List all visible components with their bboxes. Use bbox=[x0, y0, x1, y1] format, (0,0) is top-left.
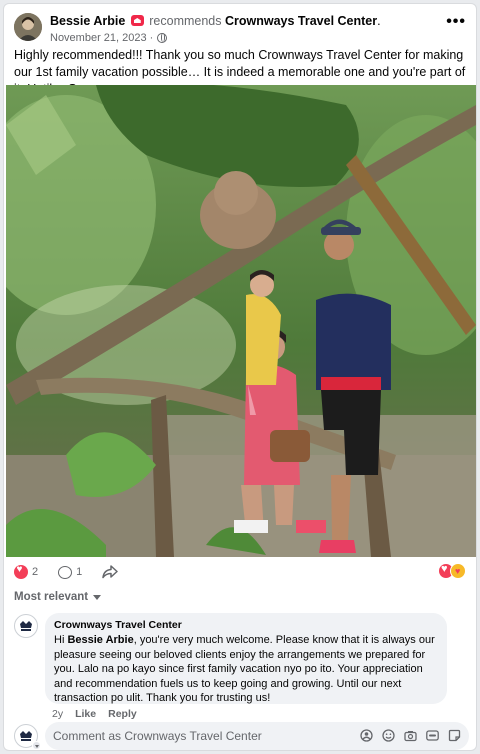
comment-author[interactable]: Crownways Travel Center bbox=[54, 619, 438, 631]
globe-icon bbox=[157, 33, 168, 43]
care-reaction-icon bbox=[450, 563, 466, 579]
like-action[interactable]: 2 bbox=[14, 564, 39, 579]
comment-composer bbox=[45, 722, 469, 750]
comment-count: 1 bbox=[76, 566, 83, 578]
author-avatar[interactable] bbox=[14, 13, 42, 41]
comment-time[interactable]: 2y bbox=[52, 708, 63, 720]
share-icon bbox=[102, 565, 118, 579]
composer-icons bbox=[360, 729, 461, 742]
heart-icon bbox=[14, 564, 28, 579]
post-header: Bessie Arbie recommends Crownways Travel… bbox=[14, 13, 466, 49]
comment-filter[interactable]: Most relevant bbox=[14, 591, 102, 603]
post-date-text[interactable]: November 21, 2023 · bbox=[50, 32, 153, 44]
comment-like-button[interactable]: Like bbox=[75, 708, 96, 720]
gif-icon[interactable] bbox=[426, 729, 439, 742]
comment-icon bbox=[58, 565, 73, 579]
commenter-avatar[interactable] bbox=[14, 614, 38, 638]
comment-filter-label: Most relevant bbox=[14, 591, 89, 603]
like-count: 2 bbox=[32, 566, 39, 578]
post-photo[interactable] bbox=[6, 85, 476, 557]
recommend-icon bbox=[130, 15, 144, 26]
more-icon[interactable]: ••• bbox=[446, 13, 466, 31]
page-suffix: . bbox=[377, 14, 381, 28]
sticker-icon[interactable] bbox=[448, 729, 461, 742]
share-action[interactable] bbox=[102, 565, 118, 579]
comment-mention[interactable]: Bessie Arbie bbox=[67, 634, 133, 646]
emoji-icon[interactable] bbox=[382, 729, 395, 742]
comment-input[interactable] bbox=[53, 722, 343, 750]
reactions-summary[interactable] bbox=[438, 563, 466, 579]
post-date: November 21, 2023 · bbox=[50, 32, 168, 44]
recommends-label: recommends bbox=[149, 14, 222, 28]
profile-switch-chevron-icon[interactable] bbox=[32, 741, 41, 750]
caret-down-icon bbox=[93, 594, 102, 600]
post-card: Bessie Arbie recommends Crownways Travel… bbox=[3, 3, 477, 751]
comment-action[interactable]: 1 bbox=[58, 565, 83, 579]
post-actions: 2 1 bbox=[14, 561, 466, 583]
comment-reply-button[interactable]: Reply bbox=[108, 708, 137, 720]
page-name[interactable]: Crownways Travel Center bbox=[225, 14, 377, 28]
comment-bubble: Crownways Travel Center Hi Bessie Arbie,… bbox=[45, 613, 447, 704]
author-name[interactable]: Bessie Arbie bbox=[50, 14, 125, 28]
comment-meta: 2y Like Reply bbox=[52, 708, 137, 720]
comment-text: Hi Bessie Arbie, you're very much welcom… bbox=[54, 633, 438, 706]
camera-icon[interactable] bbox=[404, 729, 417, 742]
avatar-sticker-icon[interactable] bbox=[360, 729, 373, 742]
header-line: Bessie Arbie recommends Crownways Travel… bbox=[50, 14, 381, 28]
comment-greeting: Hi bbox=[54, 634, 68, 646]
